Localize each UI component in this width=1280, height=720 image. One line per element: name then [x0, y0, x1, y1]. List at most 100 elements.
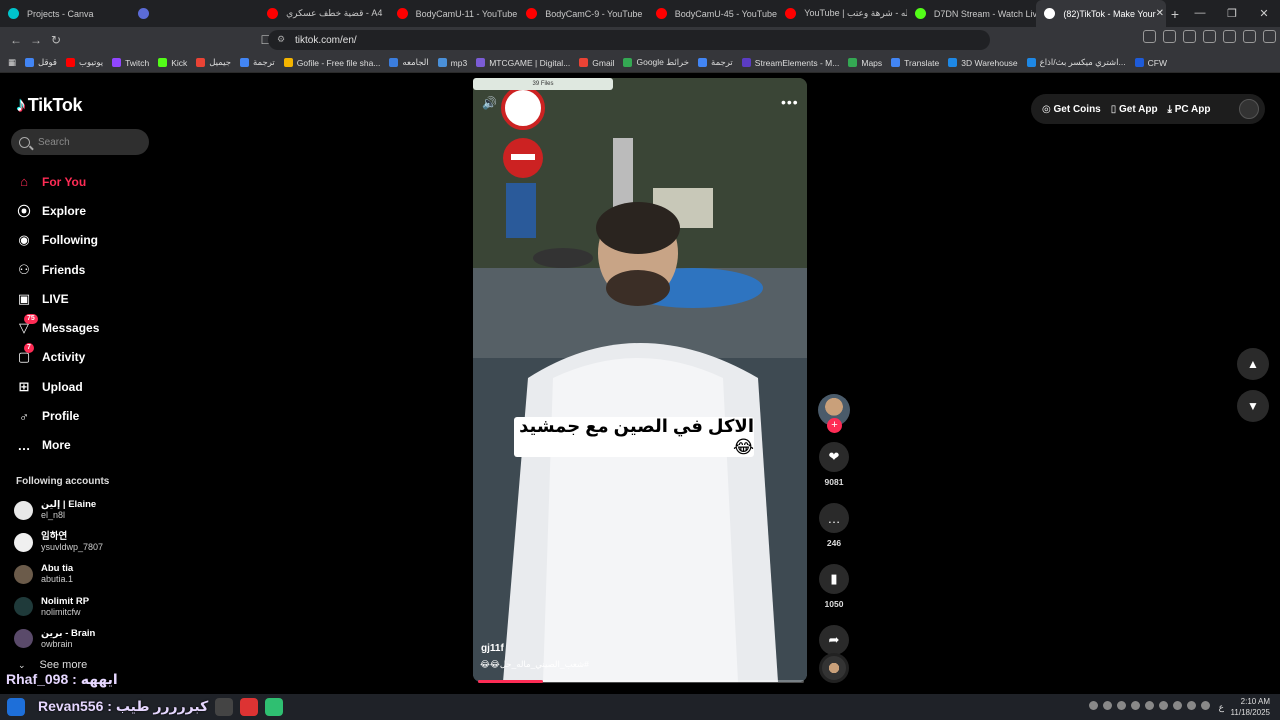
bookmark-item[interactable]: يوتيوب [66, 57, 103, 68]
bookmark-item[interactable]: جيميل [196, 57, 231, 68]
sidebar-item-messages[interactable]: ▽ 75 Messages [16, 313, 99, 342]
video-username[interactable]: gj11f [481, 643, 504, 654]
bookmark-item[interactable]: Kick [158, 58, 187, 68]
bookmark-item[interactable]: CFW [1134, 58, 1167, 68]
more-options-icon[interactable]: ••• [781, 94, 799, 110]
share-icon[interactable]: ➦ [819, 625, 849, 655]
search-input[interactable]: Search [11, 129, 149, 155]
extension-icon[interactable] [1163, 30, 1176, 43]
tiktok-logo[interactable]: ♪ TikTok [16, 94, 83, 117]
volume-icon[interactable] [1201, 701, 1210, 710]
bookmark-item[interactable]: الجامعه [389, 57, 429, 68]
bookmark-item[interactable]: اشتري ميكسر بث/اذاع... [1026, 57, 1126, 68]
browser-tab[interactable] [130, 0, 260, 27]
sidebar-item-more[interactable]: … More [16, 431, 99, 460]
bookmark-item[interactable]: ترجمة [240, 57, 275, 68]
sidebar-item-activity[interactable]: ▢ 7 Activity [16, 343, 99, 372]
like-action[interactable]: ❤ 9081 [818, 442, 850, 487]
bookmark-item[interactable]: StreamElements - M... [741, 58, 839, 68]
follow-plus-icon[interactable]: + [827, 418, 842, 433]
browser-tab[interactable]: D7DN Stream - Watch Live on [907, 0, 1036, 27]
next-video-button[interactable]: ▼ [1237, 390, 1269, 422]
creator-avatar[interactable]: + [818, 394, 850, 433]
following-account-item[interactable]: إلين | Elaine el_n8l [14, 494, 103, 526]
tray-icon[interactable] [1145, 701, 1154, 710]
tray-icon[interactable] [1159, 701, 1168, 710]
sidebar-item-following[interactable]: ◉ Following [16, 226, 99, 255]
menu-icon[interactable] [1263, 30, 1276, 43]
bookmark-item[interactable]: Maps [848, 58, 882, 68]
wifi-icon[interactable] [1187, 701, 1196, 710]
maximize-icon[interactable]: ❐ [1216, 7, 1248, 20]
browser-tab[interactable]: BodyCamU-45 - YouTube [648, 0, 778, 27]
url-input[interactable]: ⚙ tiktok.com/en/ [268, 30, 990, 50]
sidebar-item-profile[interactable]: ♂ Profile [16, 401, 99, 430]
pc-app-button[interactable]: ⤓ PC App [1168, 104, 1211, 115]
bookmark-item[interactable]: Twitch [112, 58, 149, 68]
following-account-item[interactable]: 임하연 ysuvldwp_7807 [14, 526, 103, 558]
reload-icon[interactable]: ↻ [46, 33, 66, 47]
profile-avatar[interactable] [1239, 99, 1259, 119]
bookmark-item[interactable]: Google خرائط [623, 57, 689, 68]
extension-icon[interactable] [1183, 30, 1196, 43]
extension-icon[interactable] [1203, 30, 1216, 43]
tray-icon[interactable] [1103, 701, 1112, 710]
browser-tab[interactable]: BodyCamU-11 - YouTube [389, 0, 519, 27]
following-account-item[interactable]: Nolimit RP nolimitcfw [14, 591, 103, 623]
store-icon[interactable] [215, 698, 233, 716]
browser-tab[interactable]: BodyCamC-9 - YouTube [518, 0, 648, 27]
back-icon[interactable]: ← [6, 33, 26, 47]
bookmark-icon[interactable]: ▮ [819, 564, 849, 594]
extension-icon[interactable] [1243, 30, 1256, 43]
volume-icon[interactable]: 🔊 [482, 96, 497, 110]
comment-icon[interactable]: … [819, 503, 849, 533]
bookmark-item[interactable]: ترجمة [698, 57, 733, 68]
previous-video-button[interactable]: ▲ [1237, 348, 1269, 380]
bookmark-item[interactable]: Gmail [579, 58, 614, 68]
minimize-icon[interactable]: — [1184, 7, 1216, 20]
sidebar-item-live[interactable]: ▣ LIVE [16, 284, 99, 313]
tray-icon[interactable] [1131, 701, 1140, 710]
extension-icon[interactable] [1223, 30, 1236, 43]
bookmark-item[interactable]: 3D Warehouse [948, 58, 1018, 68]
new-tab-button[interactable]: + [1166, 6, 1184, 22]
browser-tab[interactable]: (82)TikTok - Make Your ✕ [1036, 0, 1166, 27]
tray-icon[interactable] [1089, 701, 1098, 710]
close-window-icon[interactable]: ✕ [1248, 7, 1280, 20]
bookmark-item[interactable]: Translate [891, 58, 939, 68]
get-app-button[interactable]: ▯ Get App [1111, 104, 1158, 115]
video-progress-bar[interactable] [478, 680, 804, 683]
forward-icon[interactable]: → [26, 33, 46, 47]
apps-grid-icon[interactable]: ▦ [8, 57, 16, 68]
sidebar-item-for-you[interactable]: ⌂ For You [16, 167, 99, 196]
music-disc-icon[interactable] [819, 653, 849, 683]
app-icon[interactable] [265, 698, 283, 716]
browser-tab[interactable]: Projects - Canva [0, 0, 130, 27]
video-player[interactable] [473, 78, 807, 682]
bookmark-item[interactable]: قوقل [25, 57, 57, 68]
sidebar-item-upload[interactable]: ⊞ Upload [16, 372, 99, 401]
bookmark-item[interactable]: mp3 [437, 58, 467, 68]
comment-action[interactable]: … 246 [818, 503, 850, 548]
close-tab-icon[interactable]: ✕ [1156, 8, 1164, 19]
sidebar-item-explore[interactable]: ⦿ Explore [16, 196, 99, 225]
input-language[interactable]: ع [1219, 702, 1224, 713]
save-action[interactable]: ▮ 1050 [818, 564, 850, 609]
heart-icon[interactable]: ❤ [819, 442, 849, 472]
tray-icon[interactable] [1173, 701, 1182, 710]
system-clock[interactable]: 2:10 AM 11/18/2025 [1231, 696, 1270, 718]
sidebar-item-friends[interactable]: ⚇ Friends [16, 255, 99, 284]
get-coins-button[interactable]: ◎ Get Coins [1042, 104, 1101, 115]
site-info-icon[interactable]: ⚙ [277, 34, 285, 45]
following-account-item[interactable]: Abu tia abutia.1 [14, 558, 103, 590]
tray-icon[interactable] [1117, 701, 1126, 710]
windows-start-icon[interactable] [7, 698, 25, 716]
following-account-item[interactable]: برين - Brain owbrain [14, 623, 103, 655]
see-more-button[interactable]: ⌄ See more [18, 659, 87, 671]
extension-icon[interactable] [1143, 30, 1156, 43]
browser-tab[interactable]: YouTube | أصاله - شرهة وعتب [777, 0, 907, 27]
bookmark-item[interactable]: Gofile - Free file sha... [283, 58, 380, 68]
app-icon[interactable] [240, 698, 258, 716]
bookmark-item[interactable]: MTCGAME | Digital... [476, 58, 570, 68]
browser-tab[interactable]: قضية خطف عسكري - A4 [259, 0, 389, 27]
